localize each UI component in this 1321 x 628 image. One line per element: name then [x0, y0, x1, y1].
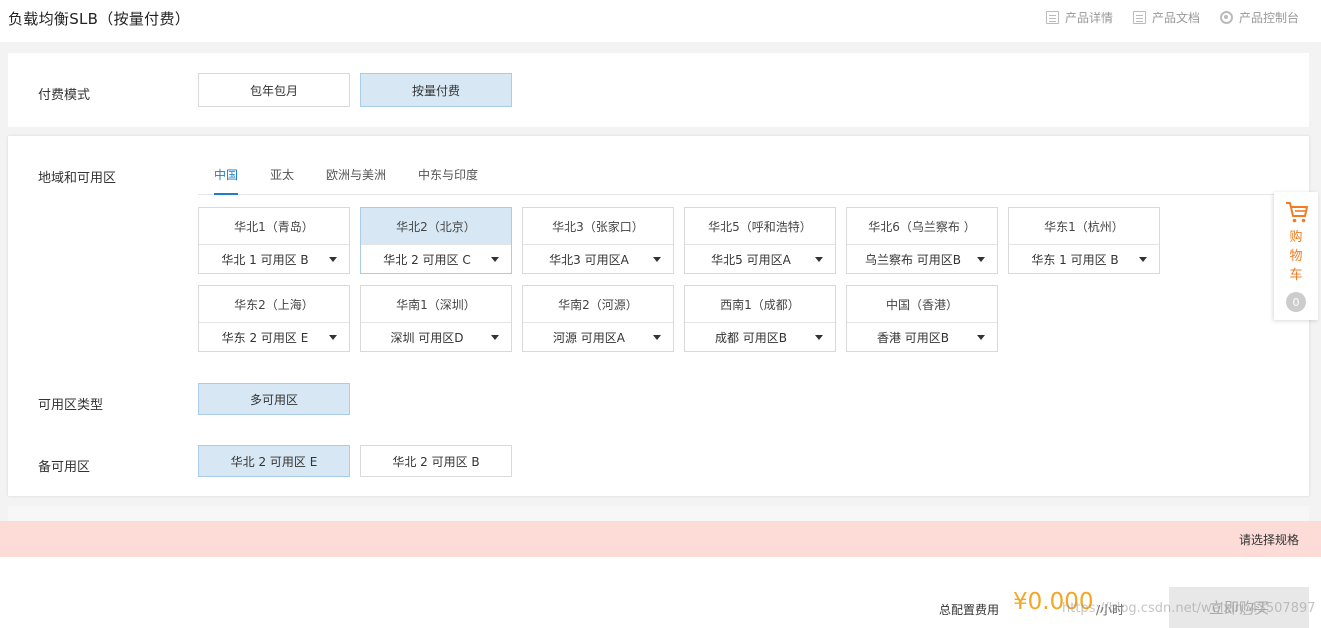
zone-card-shanghai[interactable]: 华东2（上海） 华东 2 可用区 E: [198, 285, 350, 352]
zone-card-zhangjiakou[interactable]: 华北3（张家口） 华北3 可用区A: [522, 207, 674, 274]
region-panel: 地域和可用区 中国 亚太 欧洲与美洲 中东与印度 华北1（青岛） 华北 1 可用…: [8, 136, 1309, 496]
zone-select[interactable]: 河源 可用区A: [523, 323, 673, 352]
billing-option-pay-as-you-go[interactable]: 按量付费: [360, 73, 512, 107]
zone-card-qingdao[interactable]: 华北1（青岛） 华北 1 可用区 B: [198, 207, 350, 274]
backup-zone-label: 备可用区: [38, 460, 91, 475]
watermark-text: https://blog.csdn.net/weixin_43507897: [1062, 601, 1316, 616]
zone-card-beijing[interactable]: 华北2（北京） 华北 2 可用区 C: [360, 207, 512, 274]
zone-select-value: 华北 1 可用区 B: [221, 253, 309, 267]
gear-icon: [1219, 11, 1233, 24]
product-details-link[interactable]: 产品详情: [1045, 9, 1113, 26]
doc-icon: [1045, 11, 1059, 24]
cart-label-char: 物: [1289, 249, 1303, 264]
zone-select[interactable]: 华东 1 可用区 B: [1009, 245, 1159, 274]
tab-china[interactable]: 中国: [214, 166, 239, 195]
doc-icon: [1132, 11, 1146, 24]
product-console-link[interactable]: 产品控制台: [1219, 9, 1299, 26]
cart-label-char: 购: [1289, 230, 1303, 245]
zone-region-name: 华南1（深圳）: [361, 286, 511, 323]
caret-down-icon: [977, 335, 985, 340]
zone-select-value: 华东 2 可用区 E: [221, 331, 309, 345]
zone-region-name: 华北3（张家口）: [523, 208, 673, 245]
cart-count-badge: 0: [1286, 292, 1306, 312]
page-header: 负载均衡SLB（按量付费） 产品详情 产品文档 产品控制台: [0, 0, 1321, 42]
shopping-cart-widget[interactable]: 购 物 车 0: [1274, 192, 1318, 320]
backup-zone-option-b[interactable]: 华北 2 可用区 B: [360, 445, 512, 477]
zone-card-hangzhou[interactable]: 华东1（杭州） 华东 1 可用区 B: [1008, 207, 1160, 274]
zone-card-heyuan[interactable]: 华南2（河源） 河源 可用区A: [522, 285, 674, 352]
caret-down-icon: [815, 335, 823, 340]
zone-select[interactable]: 华北 1 可用区 B: [199, 245, 349, 274]
product-console-label: 产品控制台: [1238, 11, 1299, 25]
zone-select-value: 华北 2 可用区 C: [383, 253, 471, 267]
zone-select[interactable]: 深圳 可用区D: [361, 323, 511, 352]
spec-panel-placeholder: [8, 506, 1309, 522]
billing-panel: 付费模式 包年包月 按量付费: [8, 53, 1309, 127]
zone-select[interactable]: 成都 可用区B: [685, 323, 835, 352]
zone-select-value: 香港 可用区B: [876, 331, 950, 345]
zone-card-hohhot[interactable]: 华北5（呼和浩特） 华北5 可用区A: [684, 207, 836, 274]
total-cost-label: 总配置费用: [939, 603, 1000, 617]
zone-select[interactable]: 华东 2 可用区 E: [199, 323, 349, 352]
backup-zone-option-e[interactable]: 华北 2 可用区 E: [198, 445, 350, 477]
caret-down-icon: [329, 335, 337, 340]
zone-select-value: 华东 1 可用区 B: [1031, 253, 1119, 267]
product-docs-link[interactable]: 产品文档: [1132, 9, 1200, 26]
zone-region-name: 华北6（乌兰察布 ）: [847, 208, 997, 245]
zone-select-value: 深圳 可用区D: [390, 331, 464, 345]
zone-card-hongkong[interactable]: 中国（香港） 香港 可用区B: [846, 285, 998, 352]
order-footer: 总配置费用 ¥0.000 /小时 立即购买 https://blog.csdn.…: [0, 557, 1321, 628]
zone-card-shenzhen[interactable]: 华南1（深圳） 深圳 可用区D: [360, 285, 512, 352]
zone-select[interactable]: 乌兰察布 可用区B: [847, 245, 997, 274]
billing-option-subscription[interactable]: 包年包月: [198, 73, 350, 107]
zone-select[interactable]: 华北5 可用区A: [685, 245, 835, 274]
page-title: 负载均衡SLB（按量付费）: [8, 10, 191, 28]
zone-region-name: 华北1（青岛）: [199, 208, 349, 245]
zone-card-ulanqab[interactable]: 华北6（乌兰察布 ） 乌兰察布 可用区B: [846, 207, 998, 274]
zone-select-value: 华北3 可用区A: [549, 253, 629, 267]
caret-down-icon: [653, 335, 661, 340]
region-tabs: 中国 亚太 欧洲与美洲 中东与印度: [198, 160, 1289, 195]
zone-region-name: 华东2（上海）: [199, 286, 349, 323]
zone-select[interactable]: 香港 可用区B: [847, 323, 997, 352]
zone-card-chengdu[interactable]: 西南1（成都） 成都 可用区B: [684, 285, 836, 352]
zone-region-name: 西南1（成都）: [685, 286, 835, 323]
region-label: 地域和可用区: [38, 171, 117, 186]
zone-select[interactable]: 华北 2 可用区 C: [361, 245, 511, 274]
tab-europe-america[interactable]: 欧洲与美洲: [326, 166, 386, 193]
caret-down-icon: [491, 257, 499, 262]
zone-select-value: 华北5 可用区A: [711, 253, 791, 267]
tab-middle-east-india[interactable]: 中东与印度: [418, 166, 478, 193]
header-links: 产品详情 产品文档 产品控制台: [1045, 9, 1299, 26]
caret-down-icon: [329, 257, 337, 262]
zone-region-name: 中国（香港）: [847, 286, 997, 323]
product-details-label: 产品详情: [1064, 11, 1113, 25]
zone-region-name: 华北2（北京）: [361, 208, 511, 245]
zone-select-value: 乌兰察布 可用区B: [864, 253, 962, 267]
cart-icon: [1286, 202, 1308, 223]
caret-down-icon: [815, 257, 823, 262]
zone-region-name: 华南2（河源）: [523, 286, 673, 323]
zone-type-multi-option[interactable]: 多可用区: [198, 383, 350, 415]
zone-region-name: 华北5（呼和浩特）: [685, 208, 835, 245]
billing-label: 付费模式: [38, 88, 91, 103]
caret-down-icon: [977, 257, 985, 262]
tab-asia-pacific[interactable]: 亚太: [270, 166, 294, 193]
cart-label-char: 车: [1289, 268, 1303, 283]
caret-down-icon: [1139, 257, 1147, 262]
notice-text: 请选择规格: [1238, 533, 1299, 547]
zone-select-value: 成都 可用区B: [714, 331, 788, 345]
notice-bar: 请选择规格: [0, 521, 1321, 557]
zone-select-value: 河源 可用区A: [552, 331, 626, 345]
product-docs-label: 产品文档: [1151, 11, 1200, 25]
zone-select[interactable]: 华北3 可用区A: [523, 245, 673, 274]
caret-down-icon: [653, 257, 661, 262]
zone-type-label: 可用区类型: [38, 398, 104, 413]
zone-region-name: 华东1（杭州）: [1009, 208, 1159, 245]
caret-down-icon: [491, 335, 499, 340]
cart-label: 购 物 车: [1274, 228, 1318, 285]
